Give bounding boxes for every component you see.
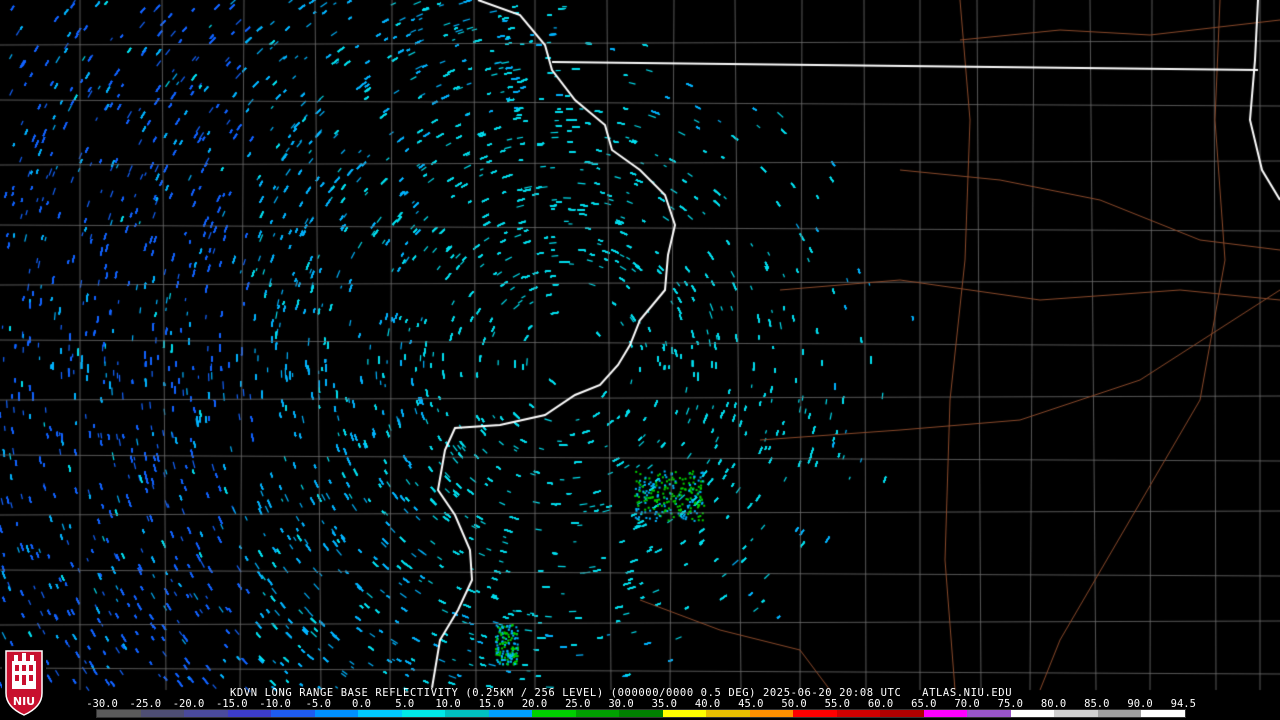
color-bar-segment [1141, 710, 1185, 717]
color-bar-segment [532, 710, 576, 717]
color-bar-segment [619, 710, 663, 717]
color-bar-segment [1097, 710, 1142, 717]
color-bar-segment [923, 710, 968, 717]
color-bar-segment [880, 710, 924, 717]
color-bar-segment [488, 710, 533, 717]
color-bar-segment [706, 710, 750, 717]
color-bar-segment [401, 710, 446, 717]
color-bar-segment [358, 710, 402, 717]
color-bar-segment [967, 710, 1011, 717]
color-bar-segment [140, 710, 185, 717]
color-bar-segment [793, 710, 837, 717]
reflectivity-color-bar [96, 709, 1186, 718]
color-bar-segment [445, 710, 489, 717]
color-bar-segment [662, 710, 707, 717]
color-scale-labels: -30.0 -25.0 -20.0 -15.0 -10.0 -5.0 0.0 5.0 10.0 1… [86, 698, 1196, 710]
color-bar-segment [1010, 710, 1055, 717]
color-bar-segment [836, 710, 881, 717]
color-bar-segment [575, 710, 620, 717]
color-bar-segment [97, 710, 141, 717]
niu-logo: NIU [2, 647, 46, 717]
color-bar-segment [184, 710, 228, 717]
color-bar-segment [227, 710, 272, 717]
color-bar-segment [1054, 710, 1098, 717]
color-bar-segment [749, 710, 794, 717]
logo-text: NIU [13, 695, 35, 708]
color-bar-segment [314, 710, 359, 717]
color-bar-segment [271, 710, 315, 717]
